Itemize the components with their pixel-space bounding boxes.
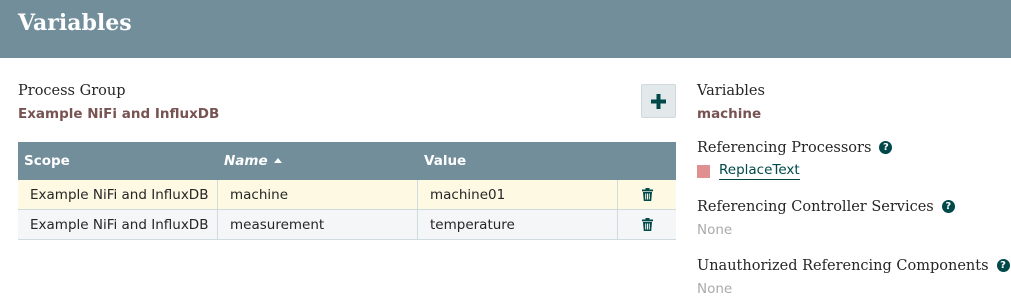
- unauthorized-components-heading: Unauthorized Referencing Components?: [697, 258, 1010, 274]
- table-row[interactable]: Example NiFi and InfluxDB machine machin…: [18, 180, 676, 210]
- help-icon[interactable]: ?: [879, 140, 893, 154]
- unauthorized-components-label: Unauthorized Referencing Components: [697, 258, 989, 274]
- variables-label: Variables: [697, 83, 765, 99]
- column-header-name[interactable]: Name: [218, 142, 418, 180]
- referencing-processors-label: Referencing Processors: [697, 140, 872, 156]
- row-name: machine: [218, 180, 418, 209]
- row-value[interactable]: temperature: [418, 210, 618, 239]
- dialog-header: Variables: [0, 0, 1011, 58]
- processor-link[interactable]: ReplaceText: [719, 162, 800, 180]
- process-group-name: Example NiFi and InfluxDB: [18, 106, 220, 122]
- referencing-services-label: Referencing Controller Services: [697, 199, 934, 215]
- selected-variable-name: machine: [697, 106, 762, 122]
- table-header: Scope Name Value: [18, 142, 676, 180]
- add-variable-button[interactable]: [641, 84, 676, 118]
- delete-variable-button[interactable]: [618, 180, 676, 209]
- referencing-services-heading: Referencing Controller Services?: [697, 199, 955, 215]
- referencing-processors-heading: Referencing Processors?: [697, 140, 893, 156]
- column-header-scope[interactable]: Scope: [18, 142, 218, 180]
- sort-ascending-icon: [273, 157, 282, 163]
- row-value[interactable]: machine01: [418, 180, 618, 209]
- trash-icon: [641, 218, 653, 231]
- process-group-label: Process Group: [18, 83, 126, 99]
- row-name: measurement: [218, 210, 418, 239]
- row-scope: Example NiFi and InfluxDB: [18, 210, 218, 239]
- processor-status-swatch: [697, 164, 710, 178]
- column-header-value[interactable]: Value: [418, 142, 618, 180]
- variables-table: Scope Name Value Example NiFi and Influx…: [18, 142, 676, 240]
- delete-variable-button[interactable]: [618, 210, 676, 239]
- referencing-services-value: None: [697, 222, 733, 238]
- dialog-title: Variables: [18, 10, 132, 36]
- help-icon[interactable]: ?: [996, 258, 1010, 272]
- unauthorized-components-value: None: [697, 281, 733, 297]
- column-header-actions: [618, 142, 676, 180]
- trash-icon: [641, 188, 653, 201]
- table-row[interactable]: Example NiFi and InfluxDB measurement te…: [18, 210, 676, 240]
- help-icon[interactable]: ?: [941, 199, 955, 213]
- plus-icon: [651, 93, 666, 109]
- row-scope: Example NiFi and InfluxDB: [18, 180, 218, 209]
- column-header-name-label: Name: [224, 153, 268, 169]
- referencing-processor-item: ReplaceText: [697, 162, 800, 180]
